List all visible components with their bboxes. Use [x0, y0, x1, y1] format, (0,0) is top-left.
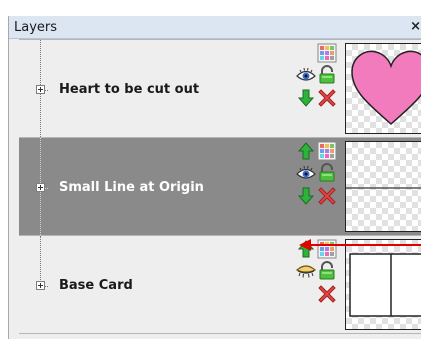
annotation-arrow — [299, 239, 421, 251]
lock-icon[interactable] — [317, 65, 337, 85]
move-down-icon[interactable] — [296, 88, 316, 108]
panel-titlebar: Layers × — [9, 16, 421, 39]
layer-row-small-line[interactable]: Small Line at Origin — [19, 137, 421, 236]
close-icon[interactable]: × — [410, 19, 421, 34]
layer-name[interactable]: Base Card — [59, 278, 133, 293]
tree-line — [40, 236, 41, 286]
expand-toggle[interactable] — [36, 281, 45, 290]
panel-title: Layers — [14, 20, 58, 35]
eye-closed-icon[interactable] — [295, 261, 317, 281]
layer-thumbnail[interactable] — [345, 43, 421, 134]
lock-icon[interactable] — [317, 261, 337, 281]
layer-row-heart[interactable]: Heart to be cut out — [19, 39, 421, 138]
lock-icon[interactable] — [317, 163, 337, 183]
grid-icon[interactable] — [317, 43, 337, 63]
layer-name[interactable]: Small Line at Origin — [59, 180, 204, 195]
move-up-icon[interactable] — [296, 141, 316, 161]
card-shape — [349, 253, 421, 317]
expand-toggle[interactable] — [36, 183, 45, 192]
delete-icon[interactable] — [317, 284, 337, 304]
layer-thumbnail[interactable] — [345, 141, 421, 232]
heart-shape — [351, 50, 421, 126]
layers-panel: Layers × Heart to be cut out Small Line … — [8, 16, 421, 339]
eye-icon[interactable] — [296, 163, 316, 183]
delete-icon[interactable] — [317, 88, 337, 108]
layer-name[interactable]: Heart to be cut out — [59, 82, 199, 97]
panel-gutter — [9, 39, 19, 339]
move-down-icon[interactable] — [296, 186, 316, 206]
expand-toggle[interactable] — [36, 85, 45, 94]
eye-icon[interactable] — [296, 65, 316, 85]
delete-icon[interactable] — [317, 186, 337, 206]
grid-icon[interactable] — [317, 141, 337, 161]
